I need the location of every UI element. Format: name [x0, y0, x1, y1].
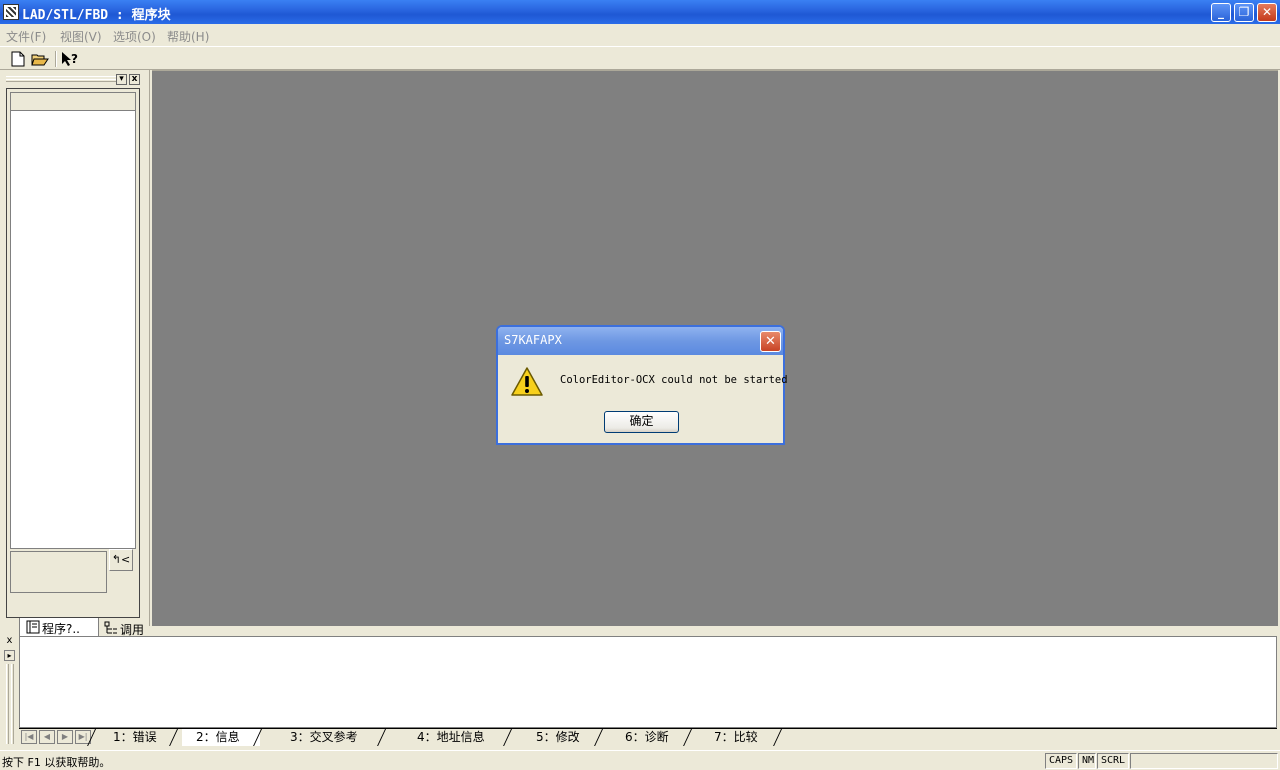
block-tree[interactable] — [10, 92, 136, 549]
left-navigation-pane: ▾ x ↰< 程序?.. 调用 — [0, 70, 150, 640]
output-pane: x ▸ |◀ ◀ ▶ ▶| 1：错误 2：信息 3：交叉参考 4：地址信息 5：… — [0, 632, 1280, 746]
toolbar-separator — [55, 51, 57, 67]
output-text-area[interactable] — [19, 636, 1277, 728]
tab-divider — [773, 729, 782, 746]
new-file-icon[interactable] — [8, 50, 28, 68]
num-indicator: NM — [1078, 753, 1096, 769]
status-text: 按下 F1 以获取帮助。 — [2, 756, 111, 769]
menu-help[interactable]: 帮助(H) — [167, 28, 209, 45]
title-bar[interactable]: LAD/STL/FBD : 程序块 _ ❐ ✕ — [0, 0, 1280, 24]
tab-divider — [594, 729, 603, 746]
tab-errors[interactable]: 1：错误 — [99, 729, 171, 746]
output-grip[interactable] — [6, 664, 9, 744]
tab-nav-next[interactable]: ▶ — [57, 730, 73, 744]
caps-indicator: CAPS — [1045, 753, 1077, 769]
pane-pin-button[interactable]: ▾ — [116, 74, 127, 85]
tree-header — [11, 93, 135, 111]
pane-close-button[interactable]: x — [129, 74, 140, 85]
dialog-title-bar[interactable]: S7KAFAPX ✕ — [498, 327, 783, 355]
svg-text:?: ? — [71, 52, 78, 66]
tab-cross-reference[interactable]: 3：交叉参考 — [276, 729, 372, 746]
output-tab-bar: |◀ ◀ ▶ ▶| 1：错误 2：信息 3：交叉参考 4：地址信息 5：修改 6… — [19, 728, 1277, 746]
window-title: LAD/STL/FBD : 程序块 — [22, 8, 171, 23]
toolbar: ? — [0, 46, 1280, 70]
left-pane-frame: ↰< 程序?.. 调用 — [6, 88, 144, 640]
warning-icon — [510, 365, 544, 399]
status-bar: 按下 F1 以获取帮助。 CAPS NM SCRL — [0, 750, 1280, 770]
message-dialog: S7KAFAPX ✕ ColorEditor-OCX could not be … — [496, 325, 788, 445]
collapse-tree-button[interactable]: ↰< — [109, 549, 133, 571]
menu-file[interactable]: 文件(F) — [6, 28, 46, 45]
close-button[interactable]: ✕ — [1257, 3, 1277, 22]
tab-diagnostics[interactable]: 6：诊断 — [611, 729, 683, 746]
tab-divider — [377, 729, 386, 746]
tab-divider — [503, 729, 512, 746]
context-help-icon[interactable]: ? — [60, 50, 80, 68]
menu-bar: 文件(F) 视图(V) 选项(O) 帮助(H) — [0, 24, 1280, 46]
minimize-button[interactable]: _ — [1211, 3, 1231, 22]
output-grip[interactable] — [11, 664, 14, 744]
dialog-title: S7KAFAPX — [504, 333, 562, 347]
tab-nav-prev[interactable]: ◀ — [39, 730, 55, 744]
tab-compare[interactable]: 7：比较 — [700, 729, 772, 746]
pane-grip[interactable] — [6, 79, 116, 82]
scroll-indicator: SCRL — [1097, 753, 1129, 769]
restore-button[interactable]: ❐ — [1234, 3, 1254, 22]
menu-options[interactable]: 选项(O) — [113, 28, 156, 45]
tab-divider — [683, 729, 692, 746]
ok-button[interactable]: 确定 — [604, 411, 679, 433]
tab-address-info[interactable]: 4：地址信息 — [403, 729, 499, 746]
dialog-close-button[interactable]: ✕ — [760, 331, 781, 352]
dialog-message: ColorEditor-OCX could not be started — [560, 374, 788, 386]
tab-nav-first[interactable]: |◀ — [21, 730, 37, 744]
output-expand-button[interactable]: ▸ — [4, 650, 15, 661]
menu-view[interactable]: 视图(V) — [60, 28, 102, 45]
tree-info-box — [10, 551, 107, 593]
status-panel-extra — [1130, 753, 1278, 769]
output-close-button[interactable]: x — [4, 636, 15, 647]
open-folder-icon[interactable] — [30, 50, 50, 68]
app-icon[interactable] — [3, 4, 19, 20]
tab-modify[interactable]: 5：修改 — [522, 729, 594, 746]
tab-info[interactable]: 2：信息 — [182, 729, 260, 746]
